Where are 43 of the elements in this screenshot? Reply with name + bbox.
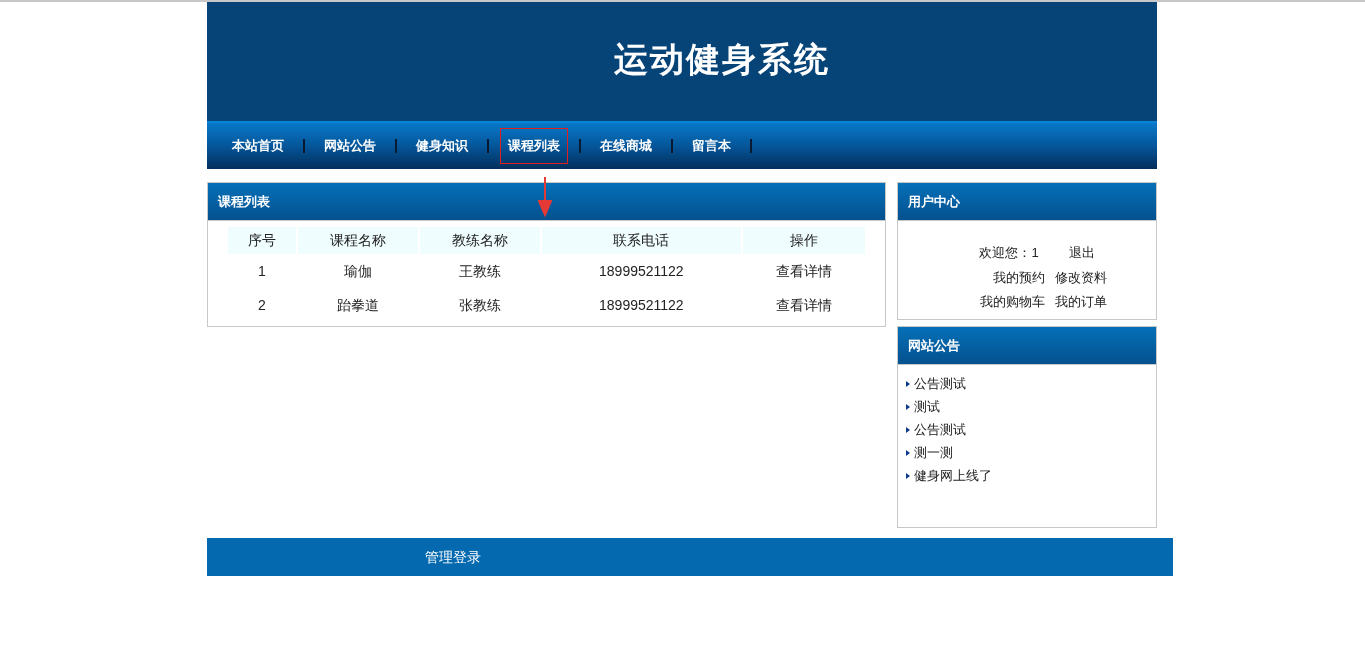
notice-link[interactable]: 测试 [914, 397, 940, 417]
annotation-arrow [538, 177, 552, 217]
welcome-text: 欢迎您：1 [979, 244, 1039, 262]
notice-link[interactable]: 公告测试 [914, 374, 966, 394]
details-link[interactable]: 查看详情 [776, 294, 833, 316]
column-header: 操作 [743, 227, 865, 254]
nav-link[interactable]: 课程列表 [500, 128, 568, 164]
column-header: 联系电话 [541, 227, 742, 254]
bullet-icon [906, 450, 910, 456]
nav-link[interactable]: 网站公告 [316, 128, 384, 164]
details-link[interactable]: 查看详情 [776, 260, 833, 282]
table-cell-text: 跆拳道 [336, 295, 379, 315]
bullet-icon [906, 473, 910, 479]
table-cell-text: 2 [258, 295, 266, 315]
site-title: 运动健身系统 [614, 38, 830, 81]
bullet-icon [906, 427, 910, 433]
column-header: 序号 [228, 227, 296, 254]
table-cell-text: 18999521122 [599, 261, 684, 281]
column-header: 教练名称 [419, 227, 540, 254]
table-cell-text: 瑜伽 [343, 261, 372, 281]
nav-link[interactable]: 在线商城 [592, 128, 660, 164]
notice-link[interactable]: 测一测 [914, 443, 953, 463]
table-cell-text: 1 [258, 261, 266, 281]
notice-link[interactable]: 公告测试 [914, 420, 966, 440]
nav-link[interactable]: 本站首页 [224, 128, 292, 164]
nav-link[interactable]: 留言本 [684, 128, 739, 164]
user-link[interactable]: 我的购物车 [980, 292, 1045, 312]
table-cell-text: 18999521122 [599, 295, 684, 315]
panel-title: 课程列表 [218, 192, 270, 211]
table-cell-text: 王教练 [458, 261, 501, 281]
table-cell-text: 张教练 [458, 295, 501, 315]
user-link[interactable]: 我的订单 [1055, 292, 1107, 312]
notice-link[interactable]: 健身网上线了 [914, 466, 992, 486]
user-link[interactable]: 修改资料 [1055, 267, 1107, 287]
panel-title: 网站公告 [908, 336, 960, 355]
logout-link[interactable]: 退出 [1068, 243, 1095, 263]
bullet-icon [906, 404, 910, 410]
admin-login-link[interactable]: 管理登录 [425, 546, 481, 568]
panel-title: 用户中心 [908, 192, 960, 211]
nav-link[interactable]: 健身知识 [408, 128, 476, 164]
bullet-icon [906, 381, 910, 387]
column-header: 课程名称 [297, 227, 418, 254]
user-link[interactable]: 我的预约 [993, 267, 1045, 287]
